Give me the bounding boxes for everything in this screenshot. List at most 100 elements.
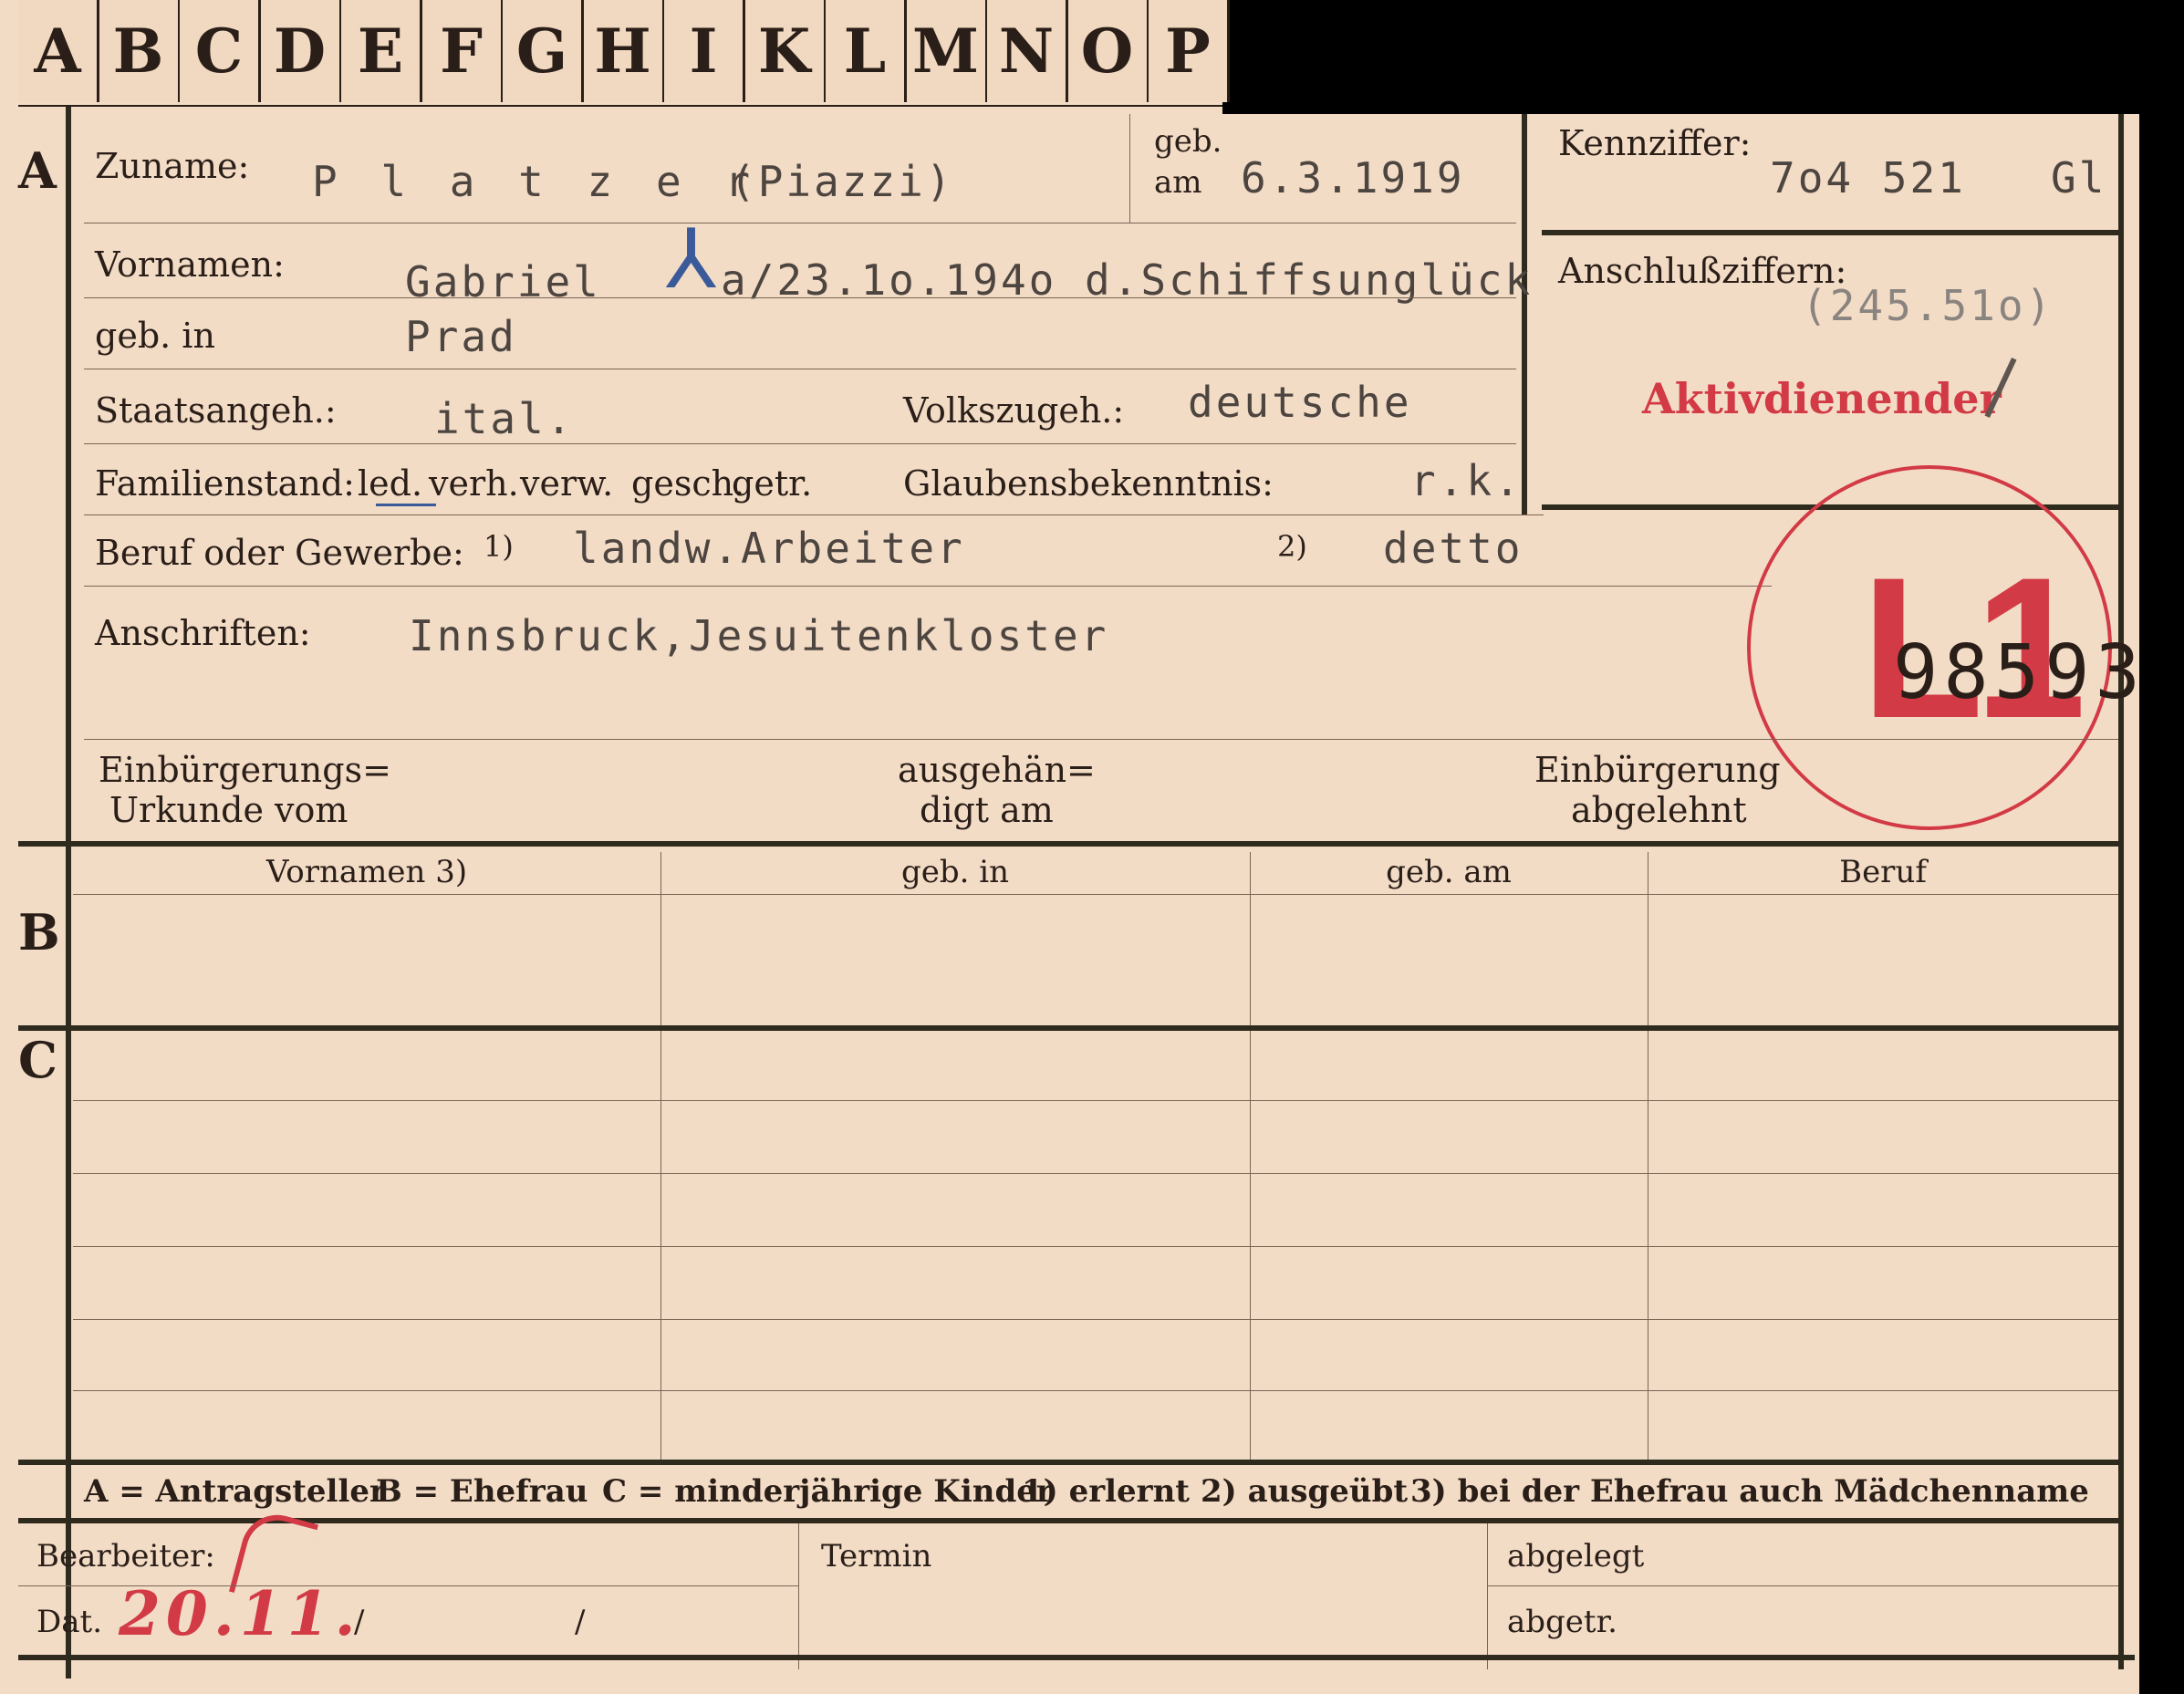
staatsangeh-label: Staatsangeh.: xyxy=(95,390,337,431)
beruf-note-2: 2) xyxy=(1277,529,1307,564)
register-tab: F xyxy=(421,0,504,102)
register-tab: L xyxy=(826,0,907,102)
familienstand-opt-verh: verh. xyxy=(429,463,519,504)
row-line xyxy=(84,739,2118,740)
register-tab: D xyxy=(260,0,342,102)
einb-abgelehnt-label-1: Einbürgerung xyxy=(1534,750,1781,790)
familienstand-selected-underline xyxy=(376,504,436,506)
legend-note-2: 2) ausgeübt xyxy=(1201,1473,1409,1510)
register-tab: M xyxy=(906,0,988,102)
kennziffer-box-left xyxy=(1522,114,1527,515)
termin-label: Termin xyxy=(821,1538,932,1574)
kennziffer-label: Kennziffer: xyxy=(1558,123,1752,163)
legend-c: C = minderjährige Kinder xyxy=(602,1473,1053,1510)
beruf-note-1: 1) xyxy=(484,529,514,564)
footer-row-line xyxy=(1487,1585,2118,1586)
kennziffer-value: 7o4 521 xyxy=(1770,153,1966,203)
row-line xyxy=(84,586,1772,587)
geb-am-value: 6.3.1919 xyxy=(1241,153,1465,203)
bearbeiter-label: Bearbeiter: xyxy=(36,1538,215,1574)
legend-bottom xyxy=(18,1518,2118,1523)
register-tab: P xyxy=(1149,0,1230,102)
table-c-row-line xyxy=(73,1390,2118,1391)
ausgehaendigt-label-1: ausgehän= xyxy=(898,750,1096,790)
staatsangeh-value: ital. xyxy=(434,394,575,443)
table-b-col-geb-am: geb. am xyxy=(1386,854,1512,890)
familienstand-opt-led: led. xyxy=(358,463,423,504)
register-tab: B xyxy=(99,0,181,102)
divider xyxy=(1129,114,1130,223)
card-left-border xyxy=(66,105,71,1678)
section-a-bottom xyxy=(18,841,2118,847)
row-line xyxy=(84,297,1516,298)
familienstand-label: Familienstand: xyxy=(95,463,355,504)
ausgehaendigt-label-2: digt am xyxy=(920,790,1054,830)
beruf-value-2: detto xyxy=(1383,524,1524,573)
card-top-border xyxy=(18,105,1222,107)
kennziffer-divider xyxy=(1542,230,2118,235)
table-c-row-line xyxy=(73,1246,2118,1247)
register-tab: A xyxy=(18,0,99,102)
table-b-col-vornamen: Vornamen 3) xyxy=(265,854,468,890)
einb-urkunde-label-2: Urkunde vom xyxy=(109,790,348,830)
dat-handwritten-value: 20.11. xyxy=(119,1578,361,1649)
table-c-row-line xyxy=(73,1173,2118,1174)
table-b-header-line xyxy=(73,894,2118,895)
glaubensbekenntnis-value: r.k. xyxy=(1410,456,1523,505)
table-b-col-beruf: Beruf xyxy=(1839,854,1927,890)
familienstand-opt-getr: getr. xyxy=(732,463,813,504)
familienstand-opt-verw: verw. xyxy=(520,463,614,504)
register-tab: N xyxy=(987,0,1068,102)
footer-divider xyxy=(798,1523,799,1669)
vornamen-label: Vornamen: xyxy=(95,244,285,285)
row-line xyxy=(84,443,1516,444)
register-tab: I xyxy=(664,0,745,102)
section-b-marker: B xyxy=(18,903,60,961)
register-tab: E xyxy=(341,0,422,102)
legend-note-3: 3) bei der Ehefrau auch Mädchenname xyxy=(1410,1473,2089,1510)
kennziffer-suffix: Gl xyxy=(2051,153,2107,203)
geb-in-label: geb. in xyxy=(95,316,215,356)
beruf-label: Beruf oder Gewerbe: xyxy=(95,533,464,573)
table-c-row-line xyxy=(73,1319,2118,1320)
table-c-row-line xyxy=(73,1100,2118,1101)
section-c-bottom xyxy=(18,1460,2118,1465)
row-line xyxy=(84,514,1544,515)
section-c-marker: C xyxy=(18,1031,57,1089)
card-right-border xyxy=(2118,114,2124,1669)
volkszugeh-value: deutsche xyxy=(1188,378,1412,427)
section-a-marker: A xyxy=(18,141,57,200)
anschlussziffern-value: (245.51o) xyxy=(1802,281,2054,330)
legend-note-1: 1) erlernt xyxy=(1022,1473,1191,1510)
scan-background-edge xyxy=(2139,109,2184,1694)
legend-a: A = Antragsteller xyxy=(84,1473,386,1510)
einb-abgelehnt-label-2: abgelehnt xyxy=(1571,790,1747,830)
zuname-label: Zuname: xyxy=(95,146,250,186)
glaubensbekenntnis-label: Glaubensbekenntnis: xyxy=(903,463,1274,504)
register-tab: G xyxy=(503,0,584,102)
register-tab: O xyxy=(1067,0,1149,102)
einb-urkunde-label-1: Einbürgerungs= xyxy=(99,750,391,790)
geb-am-label-1: geb. xyxy=(1154,123,1222,160)
abgetr-label: abgetr. xyxy=(1507,1604,1617,1640)
footer-divider xyxy=(1487,1523,1488,1669)
beruf-value-1: landw.Arbeiter xyxy=(573,524,965,573)
table-col-divider xyxy=(1250,852,1251,1461)
deceased-mark: ⅄ xyxy=(666,212,716,307)
vornamen-value: Gabriel xyxy=(405,257,601,307)
register-tab: C xyxy=(180,0,261,102)
table-col-divider xyxy=(660,852,661,1461)
dat-slash-2: / xyxy=(575,1604,586,1640)
geb-am-label-2: am xyxy=(1154,164,1202,201)
geb-in-value: Prad xyxy=(405,312,517,361)
anschriften-label: Anschriften: xyxy=(95,613,311,653)
register-tab: H xyxy=(583,0,665,102)
table-b-col-geb-in: geb. in xyxy=(900,854,1010,890)
scan-background xyxy=(1222,0,2184,114)
card-bottom-border xyxy=(18,1655,2135,1660)
dat-slash-1: / xyxy=(354,1604,365,1640)
zuname-value: P l a t z e r xyxy=(312,157,760,206)
legend-b: B = Ehefrau xyxy=(376,1473,588,1510)
register-tab: K xyxy=(744,0,827,102)
volkszugeh-label: Volkszugeh.: xyxy=(903,390,1125,431)
